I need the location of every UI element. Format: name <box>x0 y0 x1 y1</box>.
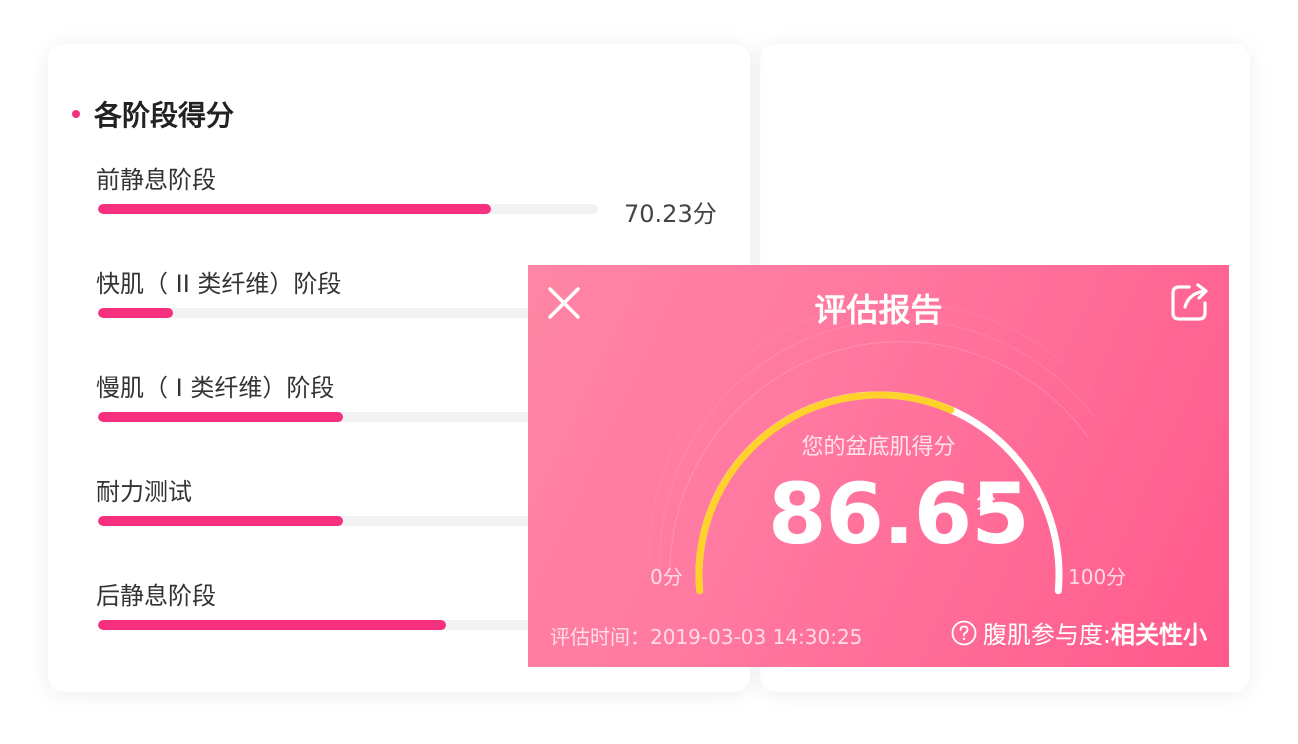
stage-progress-track <box>98 412 598 422</box>
abdominal-participation-value: 相关性小 <box>1111 621 1207 649</box>
stage-progress-fill <box>98 412 343 422</box>
stage-score: 70.23分 <box>624 200 717 228</box>
abdominal-participation-info[interactable]: 腹肌参与度: 相关性小 <box>951 615 1207 650</box>
gauge-min-label: 0分 <box>650 565 683 589</box>
stage-progress-fill <box>98 204 491 214</box>
help-icon[interactable] <box>951 620 977 646</box>
stage-progress-track <box>98 308 598 318</box>
section-title: 各阶段得分 <box>94 99 235 132</box>
gauge-caption: 您的盆底肌得分 <box>801 435 956 460</box>
abdominal-participation-label: 腹肌参与度: <box>982 621 1111 649</box>
stage-progress-track <box>98 204 598 214</box>
score-unit: 分 <box>976 489 996 513</box>
share-icon[interactable] <box>1169 281 1211 323</box>
stage-progress-fill <box>98 308 173 318</box>
report-title: 评估报告 <box>814 291 943 329</box>
stage-progress-track <box>98 516 598 526</box>
gauge-max-label: 100分 <box>1068 565 1127 589</box>
section-header: 各阶段得分 <box>72 94 234 134</box>
stage-progress-track <box>98 620 598 630</box>
evaluation-report-panel: 评估报告 您的盆底肌得分 86.65 分 0分 100分 评估时间：2019-0… <box>528 265 1229 667</box>
stage-item-pre-rest: 前静息阶段 70.23分 <box>96 160 726 228</box>
close-icon[interactable] <box>544 283 584 323</box>
score-value: 86.65 <box>768 465 1030 563</box>
stage-progress-fill <box>98 620 446 630</box>
screen: 各阶段得分 前静息阶段 70.23分 快肌（ II 类纤维）阶段 慢肌（ I 类… <box>0 0 1298 744</box>
stage-progress-fill <box>98 516 343 526</box>
evaluation-time: 评估时间：2019-03-03 14:30:25 <box>550 625 863 649</box>
stage-label: 前静息阶段 <box>96 166 216 194</box>
section-dot <box>72 110 80 118</box>
